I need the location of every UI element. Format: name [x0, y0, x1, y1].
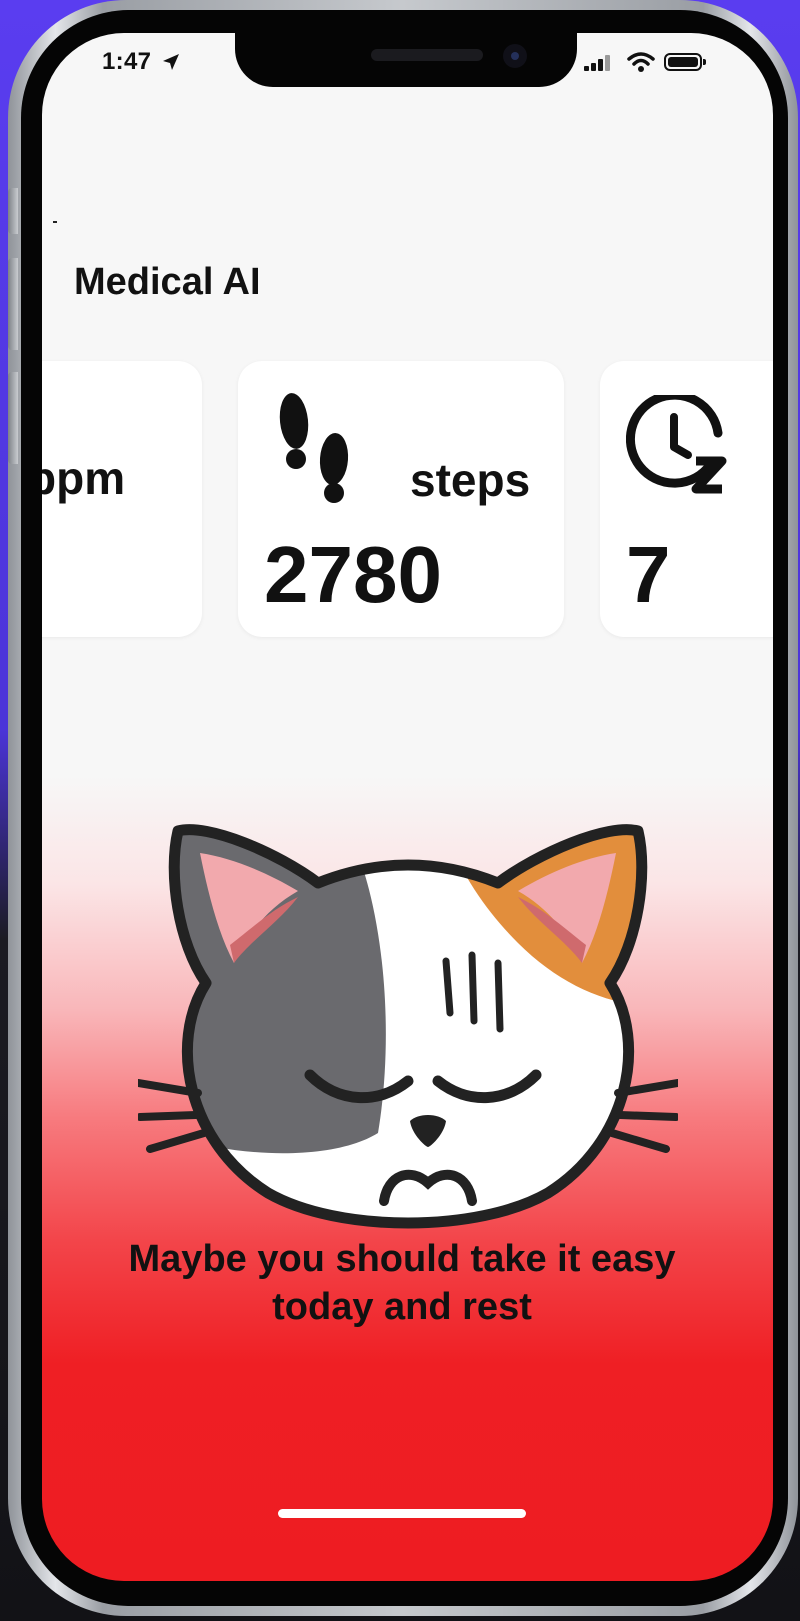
notch — [235, 33, 577, 87]
mute-switch — [8, 188, 18, 234]
cellular-signal-icon — [584, 55, 610, 71]
sleep-value: 7 — [626, 530, 671, 619]
status-time: 1:47 — [102, 48, 152, 75]
footprints-icon — [279, 393, 349, 503]
back-indicator — [53, 221, 57, 223]
front-camera — [503, 44, 527, 68]
page-title: Medical AI — [74, 261, 261, 303]
heart-rate-card[interactable]: bpm — [42, 361, 202, 637]
steps-unit: steps — [410, 454, 531, 506]
earpiece-speaker — [371, 49, 483, 61]
volume-up-button — [8, 258, 18, 350]
heart-rate-unit: bpm — [42, 452, 126, 504]
wifi-icon — [627, 52, 655, 72]
phone-frame: 1:47 Medical AI bpm steps 2780 7 Maybe y… — [8, 0, 798, 1616]
steps-card[interactable]: steps 2780 — [238, 361, 564, 637]
volume-down-button — [8, 372, 18, 464]
sleep-card[interactable]: 7 — [600, 361, 773, 637]
home-indicator[interactable] — [278, 1509, 526, 1518]
steps-value: 2780 — [264, 530, 442, 619]
battery-icon — [664, 53, 706, 71]
mood-message: Maybe you should take it easy today and … — [128, 1238, 676, 1328]
app-screen: 1:47 Medical AI bpm steps 2780 7 Maybe y… — [42, 33, 773, 1581]
location-arrow-icon — [163, 54, 179, 70]
sleep-clock-icon — [626, 395, 727, 494]
tired-cat-illustration — [138, 824, 678, 1229]
